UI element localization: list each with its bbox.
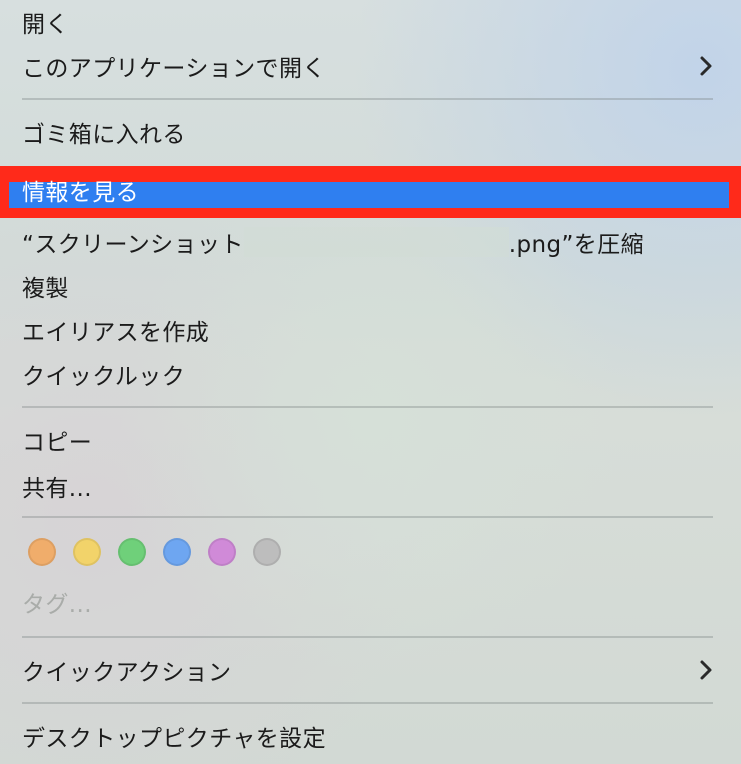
menu-item-tags[interactable]: タグ... [0, 580, 741, 624]
menu-item-open-with-label: このアプリケーションで開く [22, 56, 326, 82]
menu-item-quick-look-label: クイックルック [22, 364, 186, 390]
context-menu: 開く このアプリケーションで開く ゴミ箱に入れる 情報を見る “スクリーンショッ… [0, 0, 741, 764]
separator [22, 516, 713, 518]
menu-item-get-info[interactable]: 情報を見る [0, 166, 741, 218]
menu-item-tags-label: タグ... [22, 592, 92, 618]
menu-item-compress[interactable]: “スクリーンショット .png”を圧縮 [0, 220, 741, 264]
menu-item-copy-label: コピー [22, 430, 93, 456]
menu-item-get-info-label: 情報を見る [22, 180, 139, 206]
menu-item-open-with[interactable]: このアプリケーションで開く [0, 44, 741, 88]
menu-item-quick-look[interactable]: クイックルック [0, 352, 741, 396]
chevron-right-icon [700, 56, 712, 76]
menu-item-set-desktop-picture-label: デスクトップピクチャを設定 [22, 726, 326, 752]
menu-item-open[interactable]: 開く [0, 0, 741, 44]
menu-item-share[interactable]: 共有... [0, 464, 741, 508]
tag-color-row [28, 538, 281, 566]
menu-item-duplicate[interactable]: 複製 [0, 264, 741, 308]
tag-blue[interactable] [163, 538, 191, 566]
tag-purple[interactable] [208, 538, 236, 566]
tag-gray[interactable] [253, 538, 281, 566]
tag-orange[interactable] [28, 538, 56, 566]
menu-item-make-alias-label: エイリアスを作成 [22, 320, 210, 346]
menu-item-move-to-trash-label: ゴミ箱に入れる [22, 122, 186, 148]
separator [22, 406, 713, 408]
chevron-right-icon [700, 660, 712, 680]
menu-item-set-desktop-picture[interactable]: デスクトップピクチャを設定 [0, 714, 741, 758]
separator [22, 702, 713, 704]
menu-item-make-alias[interactable]: エイリアスを作成 [0, 308, 741, 352]
menu-item-share-label: 共有... [22, 476, 92, 502]
menu-item-compress-prefix: “スクリーンショット [22, 232, 244, 258]
redacted-filename [243, 227, 509, 257]
tag-yellow[interactable] [73, 538, 101, 566]
menu-item-copy[interactable]: コピー [0, 418, 741, 462]
menu-item-open-label: 開く [22, 12, 69, 38]
menu-item-compress-suffix: .png”を圧縮 [508, 232, 644, 258]
menu-item-quick-actions-label: クイックアクション [22, 660, 232, 686]
menu-item-duplicate-label: 複製 [22, 276, 69, 302]
tag-green[interactable] [118, 538, 146, 566]
menu-item-move-to-trash[interactable]: ゴミ箱に入れる [0, 110, 741, 154]
separator [22, 98, 713, 100]
separator [22, 636, 713, 638]
menu-item-quick-actions[interactable]: クイックアクション [0, 648, 741, 692]
